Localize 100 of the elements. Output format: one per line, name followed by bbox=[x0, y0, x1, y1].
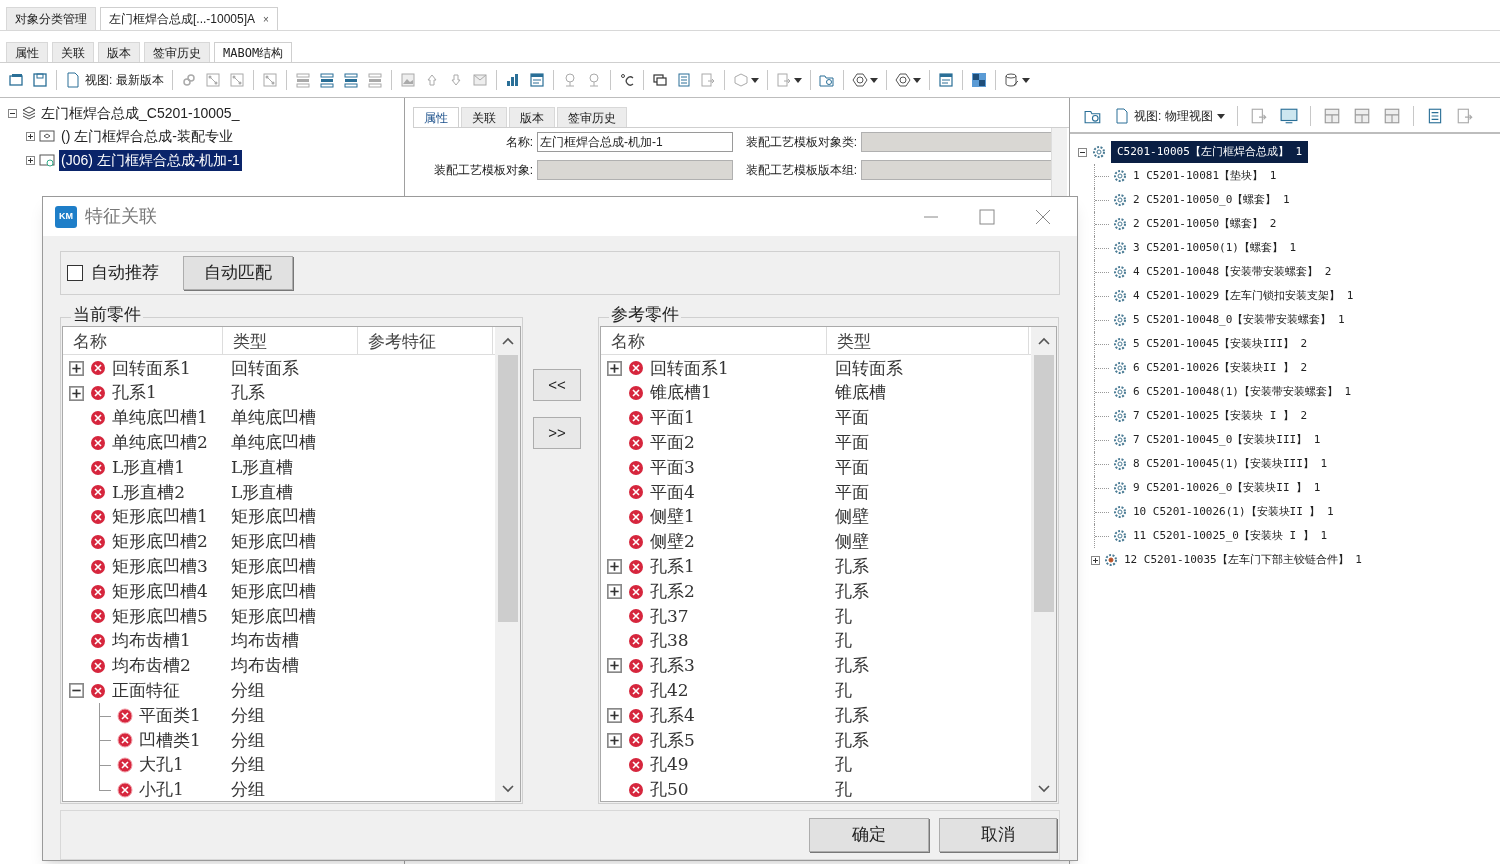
calendar-icon[interactable] bbox=[937, 72, 954, 88]
column-header[interactable]: 名称 bbox=[601, 327, 827, 354]
expand-icon[interactable] bbox=[69, 385, 84, 401]
save-icon[interactable] bbox=[32, 72, 48, 88]
feature-name[interactable]: 平面3 bbox=[650, 454, 695, 481]
feature-name[interactable]: 回转面系1 bbox=[112, 355, 191, 382]
tree-item[interactable]: 4 C5201-10048【安装带安装螺套】 2 bbox=[1131, 263, 1334, 281]
collapse-icon[interactable] bbox=[8, 108, 17, 118]
feature-name[interactable]: 平面1 bbox=[650, 405, 695, 431]
tree-item[interactable]: 7 C5201-10025【安装块 I 】 2 bbox=[1131, 407, 1310, 425]
feature-name[interactable]: 平面类1 bbox=[139, 702, 201, 729]
feature-name[interactable]: 孔38 bbox=[650, 628, 689, 654]
caret-icon[interactable] bbox=[912, 77, 921, 83]
collapse-icon[interactable] bbox=[69, 683, 84, 699]
expand-icon[interactable] bbox=[607, 732, 622, 748]
tree-item[interactable]: 3 C5201-10050(1)【螺套】 1 bbox=[1131, 239, 1299, 257]
expand-icon[interactable] bbox=[26, 131, 35, 141]
feature-name[interactable]: 单纯底凹槽1 bbox=[112, 405, 208, 431]
tree-item[interactable]: 4 C5201-10029【左车门锁扣安装支架】 1 bbox=[1131, 287, 1356, 305]
tab[interactable]: MABOM结构 bbox=[214, 42, 293, 62]
checkbox[interactable] bbox=[67, 265, 83, 281]
tree-item[interactable]: (J06) 左门框焊合总成-机加-1 bbox=[59, 149, 242, 171]
feature-name[interactable]: 小孔1 bbox=[139, 777, 184, 803]
feature-name[interactable]: 孔49 bbox=[650, 752, 689, 778]
view-button[interactable]: 视图: 最新版本 bbox=[65, 71, 164, 89]
tab[interactable]: 关联 bbox=[461, 107, 507, 127]
feature-name[interactable]: 孔系5 bbox=[650, 727, 695, 754]
feature-name[interactable]: 平面4 bbox=[650, 479, 695, 506]
column-header[interactable]: 名称 bbox=[63, 327, 223, 354]
document-tab[interactable]: 左门框焊合总成[...-10005]A × bbox=[100, 7, 278, 30]
tree-item[interactable]: 6 C5201-10048(1)【安装带安装螺套】 1 bbox=[1131, 383, 1354, 401]
column-header[interactable]: 类型 bbox=[223, 327, 358, 354]
tree-item[interactable]: 6 C5201-10026【安装块II 】 2 bbox=[1131, 359, 1310, 377]
scrollbar[interactable] bbox=[495, 327, 520, 801]
cancel-button[interactable]: 取消 bbox=[939, 818, 1057, 852]
rows-icon[interactable] bbox=[342, 72, 359, 88]
overlapping-squares-icon[interactable] bbox=[651, 72, 668, 88]
close-button[interactable]: × bbox=[263, 11, 269, 27]
feature-name[interactable]: 均布齿槽2 bbox=[112, 653, 191, 679]
feature-name[interactable]: 孔系3 bbox=[650, 653, 695, 679]
tree-item[interactable]: 9 C5201-10026_0【安装块II 】 1 bbox=[1131, 479, 1323, 497]
feature-name[interactable]: 孔系1 bbox=[650, 554, 695, 580]
feature-name[interactable]: 正面特征 bbox=[112, 678, 180, 704]
view-dropdown[interactable]: 视图: 物理视图 bbox=[1114, 107, 1225, 125]
move-left-button[interactable]: << bbox=[533, 369, 581, 401]
tab[interactable]: 签审历史 bbox=[557, 107, 627, 127]
feature-name[interactable]: 矩形底凹槽3 bbox=[112, 554, 208, 580]
text-field[interactable]: 左门框焊合总成-机加-1 bbox=[537, 132, 733, 152]
calendar-icon[interactable] bbox=[528, 72, 545, 88]
expand-icon[interactable] bbox=[607, 559, 622, 575]
close-icon[interactable] bbox=[1035, 208, 1051, 225]
tree-item[interactable]: 左门框焊合总成_C5201-10005_ bbox=[41, 102, 240, 124]
feature-name[interactable]: L形直槽2 bbox=[112, 479, 186, 506]
expand-icon[interactable] bbox=[607, 360, 622, 376]
column-header[interactable]: 类型 bbox=[827, 327, 1029, 354]
move-right-button[interactable]: >> bbox=[533, 417, 581, 449]
feature-name[interactable]: 矩形底凹槽2 bbox=[112, 529, 208, 555]
tree-item[interactable]: 11 C5201-10025_0【安装块 I 】 1 bbox=[1131, 527, 1330, 545]
feature-name[interactable]: 孔系4 bbox=[650, 702, 695, 729]
feature-name[interactable]: 大孔1 bbox=[139, 752, 184, 778]
expand-icon[interactable] bbox=[607, 658, 622, 674]
scroll-thumb[interactable] bbox=[497, 355, 518, 622]
caret-icon[interactable] bbox=[750, 77, 759, 83]
feature-name[interactable]: 孔50 bbox=[650, 777, 689, 803]
feature-name[interactable]: 单纯底凹槽2 bbox=[112, 430, 208, 456]
tab[interactable]: 关联 bbox=[52, 42, 94, 62]
ok-button[interactable]: 确定 bbox=[809, 818, 929, 852]
database-icon[interactable] bbox=[1003, 72, 1020, 88]
bar-chart-icon[interactable] bbox=[504, 72, 521, 88]
feature-name[interactable]: 孔37 bbox=[650, 603, 689, 630]
feature-name[interactable]: 平面2 bbox=[650, 430, 695, 456]
monitor-icon[interactable] bbox=[1279, 107, 1298, 125]
tab[interactable]: 版本 bbox=[509, 107, 555, 127]
tree-item[interactable]: C5201-10005【左门框焊合总成】 1 bbox=[1111, 141, 1309, 163]
scroll-thumb[interactable] bbox=[1033, 355, 1054, 612]
tab[interactable]: 属性 bbox=[413, 107, 459, 127]
tree-item[interactable]: () 左门框焊合总成-装配专业 bbox=[59, 125, 235, 147]
tree-item[interactable]: 2 C5201-10050_0【螺套】 1 bbox=[1131, 191, 1292, 209]
expand-icon[interactable] bbox=[1091, 555, 1100, 565]
tab[interactable]: 属性 bbox=[6, 42, 48, 62]
feature-name[interactable]: 回转面系1 bbox=[650, 355, 729, 382]
feature-name[interactable]: 凹槽类1 bbox=[139, 727, 201, 754]
hexagon-icon[interactable] bbox=[894, 72, 911, 88]
feature-name[interactable]: 矩形底凹槽5 bbox=[112, 603, 208, 630]
feature-name[interactable]: 侧壁1 bbox=[650, 504, 695, 530]
checker-icon[interactable] bbox=[970, 72, 987, 88]
document-tab[interactable]: 对象分类管理 bbox=[6, 7, 96, 30]
feature-name[interactable]: 锥底槽1 bbox=[650, 380, 712, 406]
tree-item[interactable]: 2 C5201-10050【螺套】 2 bbox=[1131, 215, 1279, 233]
tree-item[interactable]: 7 C5201-10045_0【安装块III】 1 bbox=[1131, 431, 1323, 449]
scrollbar[interactable] bbox=[1031, 327, 1056, 801]
expand-icon[interactable] bbox=[69, 360, 84, 376]
tree-item[interactable]: 5 C5201-10045【安装块III】 2 bbox=[1131, 335, 1310, 353]
feature-name[interactable]: 矩形底凹槽4 bbox=[112, 578, 208, 605]
hexagon-icon[interactable] bbox=[851, 72, 868, 88]
rows-icon[interactable] bbox=[318, 72, 335, 88]
tab[interactable]: 签审历史 bbox=[144, 42, 210, 62]
expand-icon[interactable] bbox=[607, 584, 622, 600]
feature-name[interactable]: 均布齿槽1 bbox=[112, 628, 191, 654]
feature-name[interactable]: 矩形底凹槽1 bbox=[112, 504, 208, 530]
